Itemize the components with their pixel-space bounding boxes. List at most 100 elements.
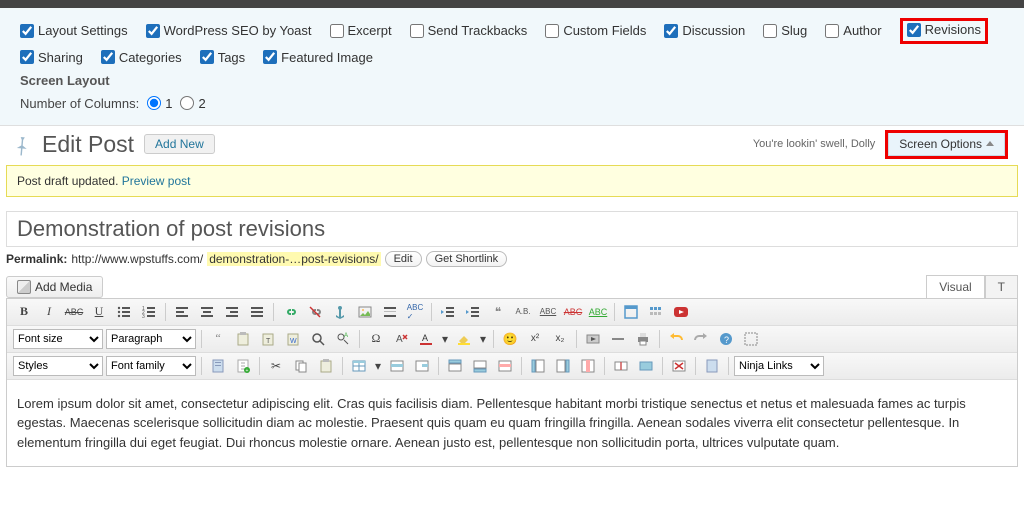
- chk-layout-settings[interactable]: Layout Settings: [20, 23, 128, 38]
- screen-options-tab[interactable]: Screen Options: [888, 133, 1005, 156]
- hr-button[interactable]: [607, 329, 629, 349]
- bullet-list-button[interactable]: [113, 302, 135, 322]
- underline-button[interactable]: U: [88, 302, 110, 322]
- delete-col-button[interactable]: [577, 356, 599, 376]
- acronym-button[interactable]: ABC: [537, 302, 559, 322]
- font-family-select[interactable]: Font family: [106, 356, 196, 376]
- align-justify-button[interactable]: [246, 302, 268, 322]
- post-title-input[interactable]: [6, 211, 1018, 247]
- add-media-button[interactable]: Add Media: [6, 276, 103, 298]
- paragraph-select[interactable]: Paragraph: [106, 329, 196, 349]
- preview-post-link[interactable]: Preview post: [122, 174, 191, 188]
- text-color-button[interactable]: A: [415, 329, 437, 349]
- insert-col-before-button[interactable]: [527, 356, 549, 376]
- columns-1[interactable]: 1: [147, 96, 172, 111]
- chk-wordpress-seo[interactable]: WordPress SEO by Yoast: [146, 23, 312, 38]
- strike-button[interactable]: ABC: [63, 302, 85, 322]
- youtube-button[interactable]: [670, 302, 692, 322]
- permalink-slug[interactable]: demonstration-…post-revisions/: [207, 252, 380, 266]
- italic-button[interactable]: I: [38, 302, 60, 322]
- edit-permalink-button[interactable]: Edit: [385, 251, 422, 267]
- text-color-picker-button[interactable]: ▾: [440, 329, 450, 349]
- numbered-list-button[interactable]: 123: [138, 302, 160, 322]
- cell-props-button[interactable]: [411, 356, 433, 376]
- add-new-button[interactable]: Add New: [144, 134, 215, 154]
- align-center-button[interactable]: [196, 302, 218, 322]
- chk-custom-fields[interactable]: Custom Fields: [545, 23, 646, 38]
- chk-featured-image[interactable]: Featured Image: [263, 50, 373, 65]
- text-tab[interactable]: T: [985, 275, 1018, 298]
- merge-cell-button[interactable]: [635, 356, 657, 376]
- bold-button[interactable]: B: [13, 302, 35, 322]
- visual-tab[interactable]: Visual: [926, 275, 984, 298]
- undo-button[interactable]: [665, 329, 687, 349]
- find-button[interactable]: [307, 329, 329, 349]
- paste-button[interactable]: [232, 329, 254, 349]
- cut-button[interactable]: ✂: [265, 356, 287, 376]
- sub-button[interactable]: x₂: [549, 329, 571, 349]
- image-button[interactable]: [354, 302, 376, 322]
- special-char-button[interactable]: Ω: [365, 329, 387, 349]
- media-button[interactable]: [582, 329, 604, 349]
- bg-color-picker-button[interactable]: ▾: [478, 329, 488, 349]
- remove-format-button[interactable]: A: [390, 329, 412, 349]
- editor-content[interactable]: Lorem ipsum dolor sit amet, consectetur …: [7, 380, 1017, 467]
- copy-button[interactable]: [290, 356, 312, 376]
- styles-select[interactable]: Styles: [13, 356, 103, 376]
- delete-row-button[interactable]: [494, 356, 516, 376]
- code-button[interactable]: [701, 356, 723, 376]
- abbr-button[interactable]: A.B.: [512, 302, 534, 322]
- unlink-button[interactable]: [304, 302, 326, 322]
- help-button[interactable]: ?: [715, 329, 737, 349]
- print-button[interactable]: [632, 329, 654, 349]
- notice-text: Post draft updated.: [17, 174, 122, 188]
- chk-discussion[interactable]: Discussion: [664, 23, 745, 38]
- align-right-button[interactable]: [221, 302, 243, 322]
- ins-button[interactable]: ABC: [587, 302, 609, 322]
- fullscreen-button[interactable]: [620, 302, 642, 322]
- quote-button[interactable]: “: [207, 329, 229, 349]
- link-button[interactable]: [279, 302, 301, 322]
- replace-button[interactable]: A: [332, 329, 354, 349]
- paste-word-button[interactable]: W: [282, 329, 304, 349]
- split-cell-button[interactable]: [610, 356, 632, 376]
- cite-button[interactable]: [207, 356, 229, 376]
- ninja-links-select[interactable]: Ninja Links: [734, 356, 824, 376]
- blockquote-button[interactable]: ❝: [487, 302, 509, 322]
- abc-spellcheck-button[interactable]: ABC✓: [404, 302, 426, 322]
- anchor-button[interactable]: [329, 302, 351, 322]
- indent-button[interactable]: [462, 302, 484, 322]
- outdent-button[interactable]: [437, 302, 459, 322]
- font-size-select[interactable]: Font size: [13, 329, 103, 349]
- chk-excerpt[interactable]: Excerpt: [330, 23, 392, 38]
- table-button[interactable]: [348, 356, 370, 376]
- row-props-button[interactable]: [386, 356, 408, 376]
- chk-author[interactable]: Author: [825, 23, 881, 38]
- chk-sharing[interactable]: Sharing: [20, 50, 83, 65]
- get-shortlink-button[interactable]: Get Shortlink: [426, 251, 508, 267]
- bg-color-button[interactable]: [453, 329, 475, 349]
- columns-2[interactable]: 2: [180, 96, 205, 111]
- redo-button[interactable]: [690, 329, 712, 349]
- chk-revisions[interactable]: Revisions: [907, 22, 981, 37]
- visual-aid-button[interactable]: [740, 329, 762, 349]
- del-button[interactable]: ABC: [562, 302, 584, 322]
- chk-categories[interactable]: Categories: [101, 50, 182, 65]
- chk-tags[interactable]: Tags: [200, 50, 245, 65]
- align-left-button[interactable]: [171, 302, 193, 322]
- paste2-button[interactable]: [315, 356, 337, 376]
- emoticon-button[interactable]: 🙂: [499, 329, 521, 349]
- chk-slug[interactable]: Slug: [763, 23, 807, 38]
- new-doc-button[interactable]: +: [232, 356, 254, 376]
- insert-row-before-button[interactable]: [444, 356, 466, 376]
- insert-row-after-button[interactable]: [469, 356, 491, 376]
- kitchen-sink-button[interactable]: [645, 302, 667, 322]
- table-menu-button[interactable]: ▾: [373, 356, 383, 376]
- paste-text-button[interactable]: T: [257, 329, 279, 349]
- sup-button[interactable]: x²: [524, 329, 546, 349]
- delete-table-button[interactable]: [668, 356, 690, 376]
- insert-col-after-button[interactable]: [552, 356, 574, 376]
- separator: [342, 357, 343, 375]
- more-button[interactable]: [379, 302, 401, 322]
- chk-send-trackbacks[interactable]: Send Trackbacks: [410, 23, 528, 38]
